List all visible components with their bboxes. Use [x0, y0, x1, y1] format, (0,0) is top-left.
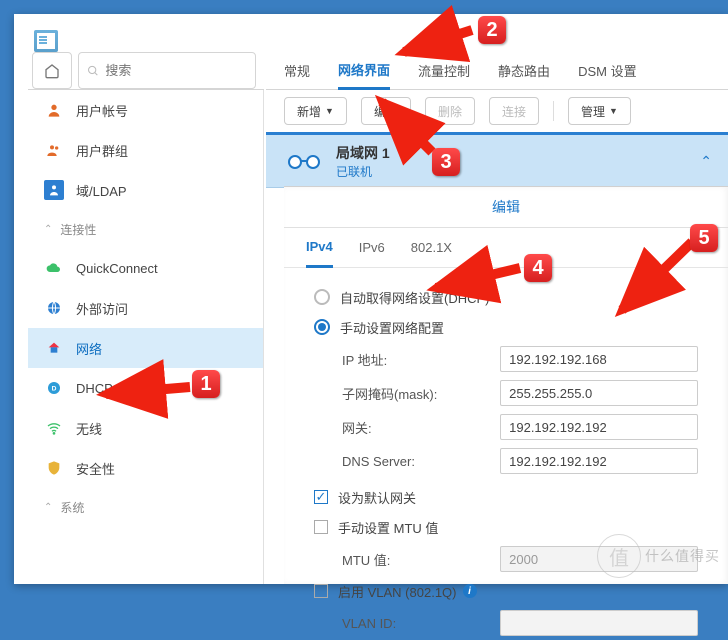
radio-dhcp-row[interactable]: 自动取得网络设置(DHCP) [314, 282, 698, 312]
tab-dsm-settings[interactable]: DSM 设置 [578, 52, 637, 90]
manual-mtu-checkbox[interactable] [314, 520, 328, 534]
dns-input[interactable] [500, 448, 698, 474]
shield-icon [44, 458, 64, 478]
radio-manual-row[interactable]: 手动设置网络配置 [314, 312, 698, 342]
radio-dhcp[interactable] [314, 289, 330, 305]
tab-ipv6[interactable]: IPv6 [359, 228, 385, 268]
dialog-title: 编辑 [284, 187, 728, 228]
sidebar-item-user-account[interactable]: 用户帐号 [28, 90, 263, 130]
group-icon [44, 140, 64, 160]
search-icon [87, 64, 99, 78]
sidebar-label: 用户群组 [76, 141, 128, 160]
sidebar-item-domain-ldap[interactable]: 域/LDAP [28, 170, 263, 210]
watermark-text: 什么值得买 [645, 546, 720, 566]
app-icon [34, 30, 58, 52]
cloud-icon [44, 258, 64, 278]
toolbar: 新增▼ 编辑 删除 连接 管理▼ [266, 90, 728, 132]
ldap-icon [44, 180, 64, 200]
sidebar-item-network[interactable]: 网络 [28, 328, 263, 368]
dialog-tabs: IPv4 IPv6 802.1X [284, 228, 728, 268]
manage-button[interactable]: 管理▼ [568, 97, 631, 125]
sidebar-label: 外部访问 [76, 299, 128, 318]
chevron-up-icon: ⌃ [44, 224, 52, 235]
sidebar-label: QuickConnect [76, 261, 158, 276]
watermark-icon: 值 [597, 534, 641, 578]
mask-input[interactable] [500, 380, 698, 406]
toolbar-separator [553, 101, 554, 121]
ip-input[interactable] [500, 346, 698, 372]
edit-dialog: 编辑 IPv4 IPv6 802.1X 自动取得网络设置(DHCP) 手动设置网… [284, 186, 728, 584]
window-frame: 用户帐号 用户群组 域/LDAP ⌃ 连接性 QuickConnect 外部访问… [14, 14, 728, 584]
interface-status: 已联机 [336, 163, 390, 180]
vlan-id-label: VLAN ID: [342, 616, 500, 631]
sidebar-section-system[interactable]: ⌃ 系统 [28, 488, 263, 526]
sidebar-label: 用户帐号 [76, 101, 128, 120]
mtu-label: MTU 值: [342, 550, 500, 569]
globe-icon [44, 298, 64, 318]
interface-lan1-row[interactable]: 局域网 1 已联机 ⌃ [266, 132, 728, 188]
tab-8021x[interactable]: 802.1X [411, 228, 452, 268]
tab-static-route[interactable]: 静态路由 [498, 52, 550, 90]
chevron-up-icon: ⌃ [44, 502, 52, 513]
sidebar-label: 域/LDAP [76, 181, 127, 200]
sidebar-label: DHCP Server [76, 381, 155, 396]
sidebar-label: 网络 [76, 339, 102, 358]
edit-button[interactable]: 编辑 [361, 97, 411, 125]
home-button[interactable] [32, 52, 72, 89]
sidebar: 用户帐号 用户群组 域/LDAP ⌃ 连接性 QuickConnect 外部访问… [28, 90, 264, 584]
vlan-id-input [500, 610, 698, 636]
mask-label: 子网掩码(mask): [342, 384, 500, 403]
sidebar-label: 无线 [76, 419, 102, 438]
sidebar-label: 安全性 [76, 459, 115, 478]
vlan-enable-checkbox[interactable] [314, 584, 328, 598]
sidebar-item-security[interactable]: 安全性 [28, 448, 263, 488]
user-icon [44, 100, 64, 120]
tab-network-interface[interactable]: 网络界面 [338, 52, 390, 90]
tab-traffic-control[interactable]: 流量控制 [418, 52, 470, 90]
gateway-label: 网关: [342, 418, 500, 437]
watermark: 值 什么值得买 [597, 534, 720, 578]
interface-name: 局域网 1 [336, 143, 390, 163]
add-button[interactable]: 新增▼ [284, 97, 347, 125]
default-gateway-row[interactable]: ✓ 设为默认网关 [314, 482, 698, 512]
dns-label: DNS Server: [342, 454, 500, 469]
tab-general[interactable]: 常规 [284, 52, 310, 90]
chevron-up-icon: ⌃ [700, 153, 712, 170]
connect-button[interactable]: 连接 [489, 97, 539, 125]
sidebar-item-quickconnect[interactable]: QuickConnect [28, 248, 263, 288]
svg-text:D: D [52, 386, 57, 393]
wifi-icon [44, 418, 64, 438]
network-icon [44, 338, 64, 358]
info-icon[interactable]: i [463, 584, 477, 598]
sidebar-item-external-access[interactable]: 外部访问 [28, 288, 263, 328]
delete-button[interactable]: 删除 [425, 97, 475, 125]
ip-label: IP 地址: [342, 350, 500, 369]
sidebar-item-dhcp-server[interactable]: D DHCP Server [28, 368, 263, 408]
sidebar-section-connectivity[interactable]: ⌃ 连接性 [28, 210, 263, 248]
vlan-enable-row[interactable]: 启用 VLAN (802.1Q) i [314, 576, 698, 606]
caret-down-icon: ▼ [609, 106, 618, 116]
ipv4-form: 自动取得网络设置(DHCP) 手动设置网络配置 IP 地址: 子网掩码(mask… [284, 268, 728, 640]
tab-ipv4[interactable]: IPv4 [306, 228, 333, 268]
search-input[interactable] [105, 63, 247, 78]
search-field[interactable] [78, 52, 256, 89]
default-gateway-checkbox[interactable]: ✓ [314, 490, 328, 504]
lan-icon [288, 151, 320, 171]
caret-down-icon: ▼ [325, 106, 334, 116]
sidebar-item-wireless[interactable]: 无线 [28, 408, 263, 448]
gateway-input[interactable] [500, 414, 698, 440]
radio-manual[interactable] [314, 319, 330, 335]
sidebar-item-user-group[interactable]: 用户群组 [28, 130, 263, 170]
sidebar-topbar [28, 52, 264, 90]
dhcp-icon: D [44, 378, 64, 398]
home-icon [44, 63, 60, 79]
main-tabs: 常规 网络界面 流量控制 静态路由 DSM 设置 [266, 52, 728, 90]
